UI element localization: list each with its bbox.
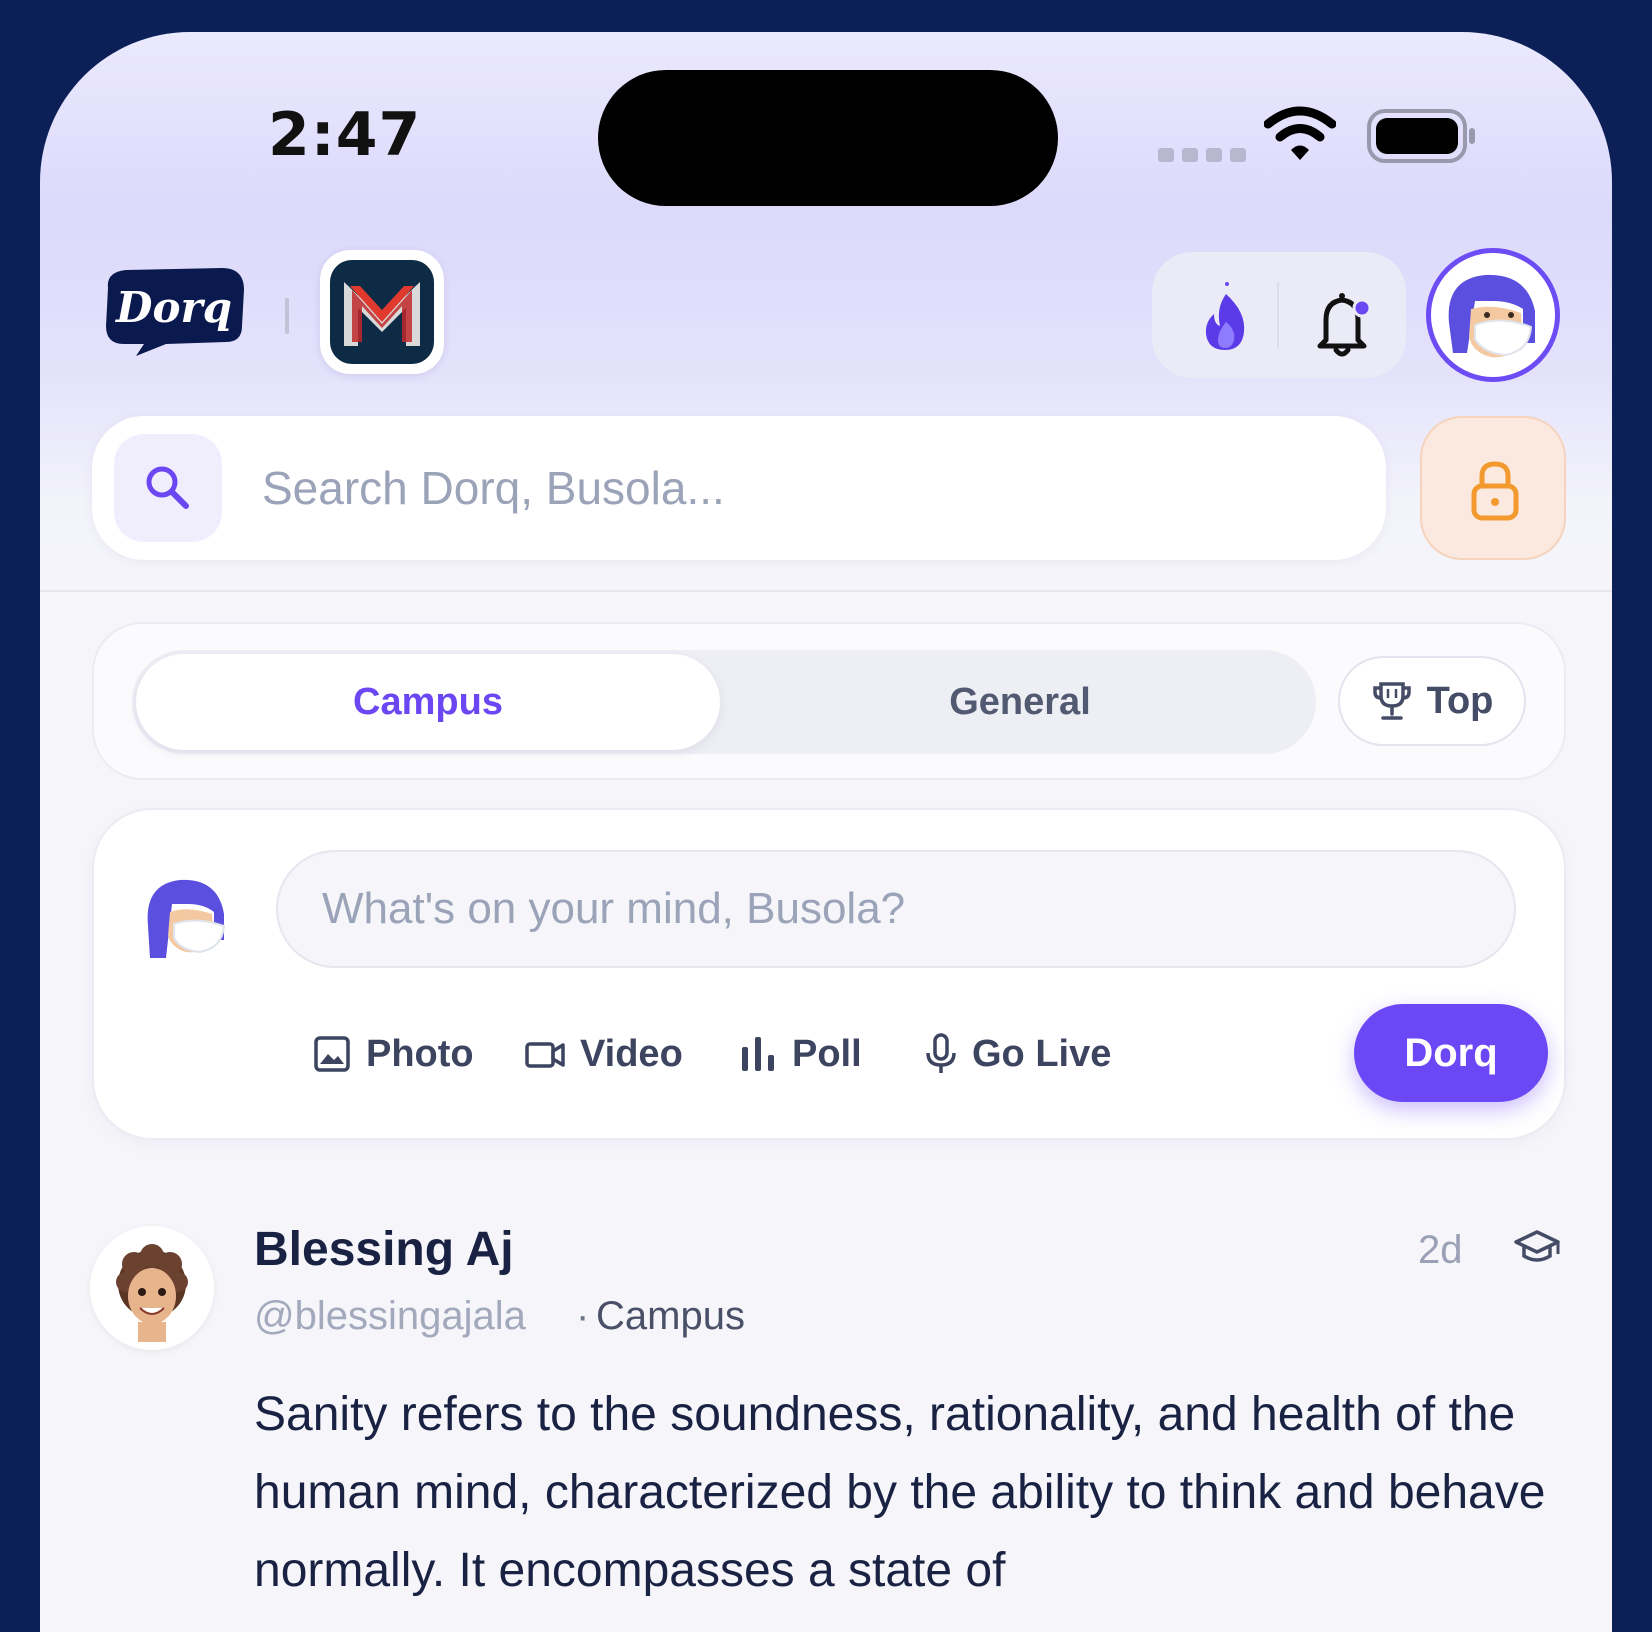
post-button[interactable]: Dorq [1354,1004,1548,1102]
video-camera-icon [525,1042,565,1068]
bar-chart-icon [742,1037,774,1071]
post-timestamp: 2d [1418,1228,1463,1272]
app-screen: 2:47 Dorq Search Dorq, Busola... Campus … [40,32,1612,1632]
composer-avatar [147,879,226,958]
dorq-logo[interactable]: Dorq [96,264,252,360]
header-divider-line [40,590,1612,592]
meta-separator: · [576,1294,590,1338]
post-author-avatar[interactable] [90,1226,214,1350]
post-author-name[interactable]: Blessing Aj [254,1222,514,1277]
header-divider [285,298,289,334]
video-button[interactable]: Video [524,1024,683,1084]
post-scope: Campus [596,1294,745,1338]
tab-general[interactable]: General [728,654,1312,750]
fire-icon[interactable] [1190,278,1260,358]
search-icon[interactable] [114,434,222,542]
school-logo[interactable] [320,250,444,374]
search-input[interactable] [260,452,1344,524]
graduation-cap-icon [1514,1230,1560,1262]
feed-tabs-card: Campus General Top [92,622,1566,780]
feed-post: Blessing Aj @blessingajala · Campus 2d S… [40,1170,1612,1632]
post-body-text: Sanity refers to the soundness, rational… [254,1388,1546,1597]
top-filter-button[interactable]: Top [1338,656,1526,746]
profile-avatar[interactable] [1426,248,1560,382]
top-filter-label: Top [1426,679,1494,722]
status-time: 2:47 [268,100,422,170]
composer-input[interactable] [276,850,1516,968]
svg-text:Dorq: Dorq [115,283,232,332]
lock-icon [1471,461,1519,521]
go-live-label: Go Live [972,1032,1112,1075]
lock-button[interactable] [1420,416,1566,560]
post-author-handle[interactable]: @blessingajala [254,1294,526,1339]
photo-button[interactable]: Photo [312,1024,474,1084]
battery-icon [1367,109,1475,163]
microphone-icon [926,1033,956,1073]
go-live-button[interactable]: Go Live [924,1024,1111,1084]
post-composer: Photo Video Poll Go Live Dorq [92,808,1566,1140]
wifi-icon [1264,106,1336,160]
poll-label: Poll [792,1032,862,1075]
search-bar [92,416,1386,560]
cellular-signal-icon [1158,148,1246,162]
dynamic-island [598,70,1058,206]
feed-segmented-control: Campus General [132,650,1316,754]
video-label: Video [580,1032,683,1075]
bell-icon[interactable] [1308,282,1378,362]
photo-label: Photo [366,1032,474,1075]
tab-campus[interactable]: Campus [136,654,720,750]
image-icon [314,1036,350,1072]
poll-button[interactable]: Poll [738,1024,862,1084]
trophy-icon [1372,682,1411,720]
